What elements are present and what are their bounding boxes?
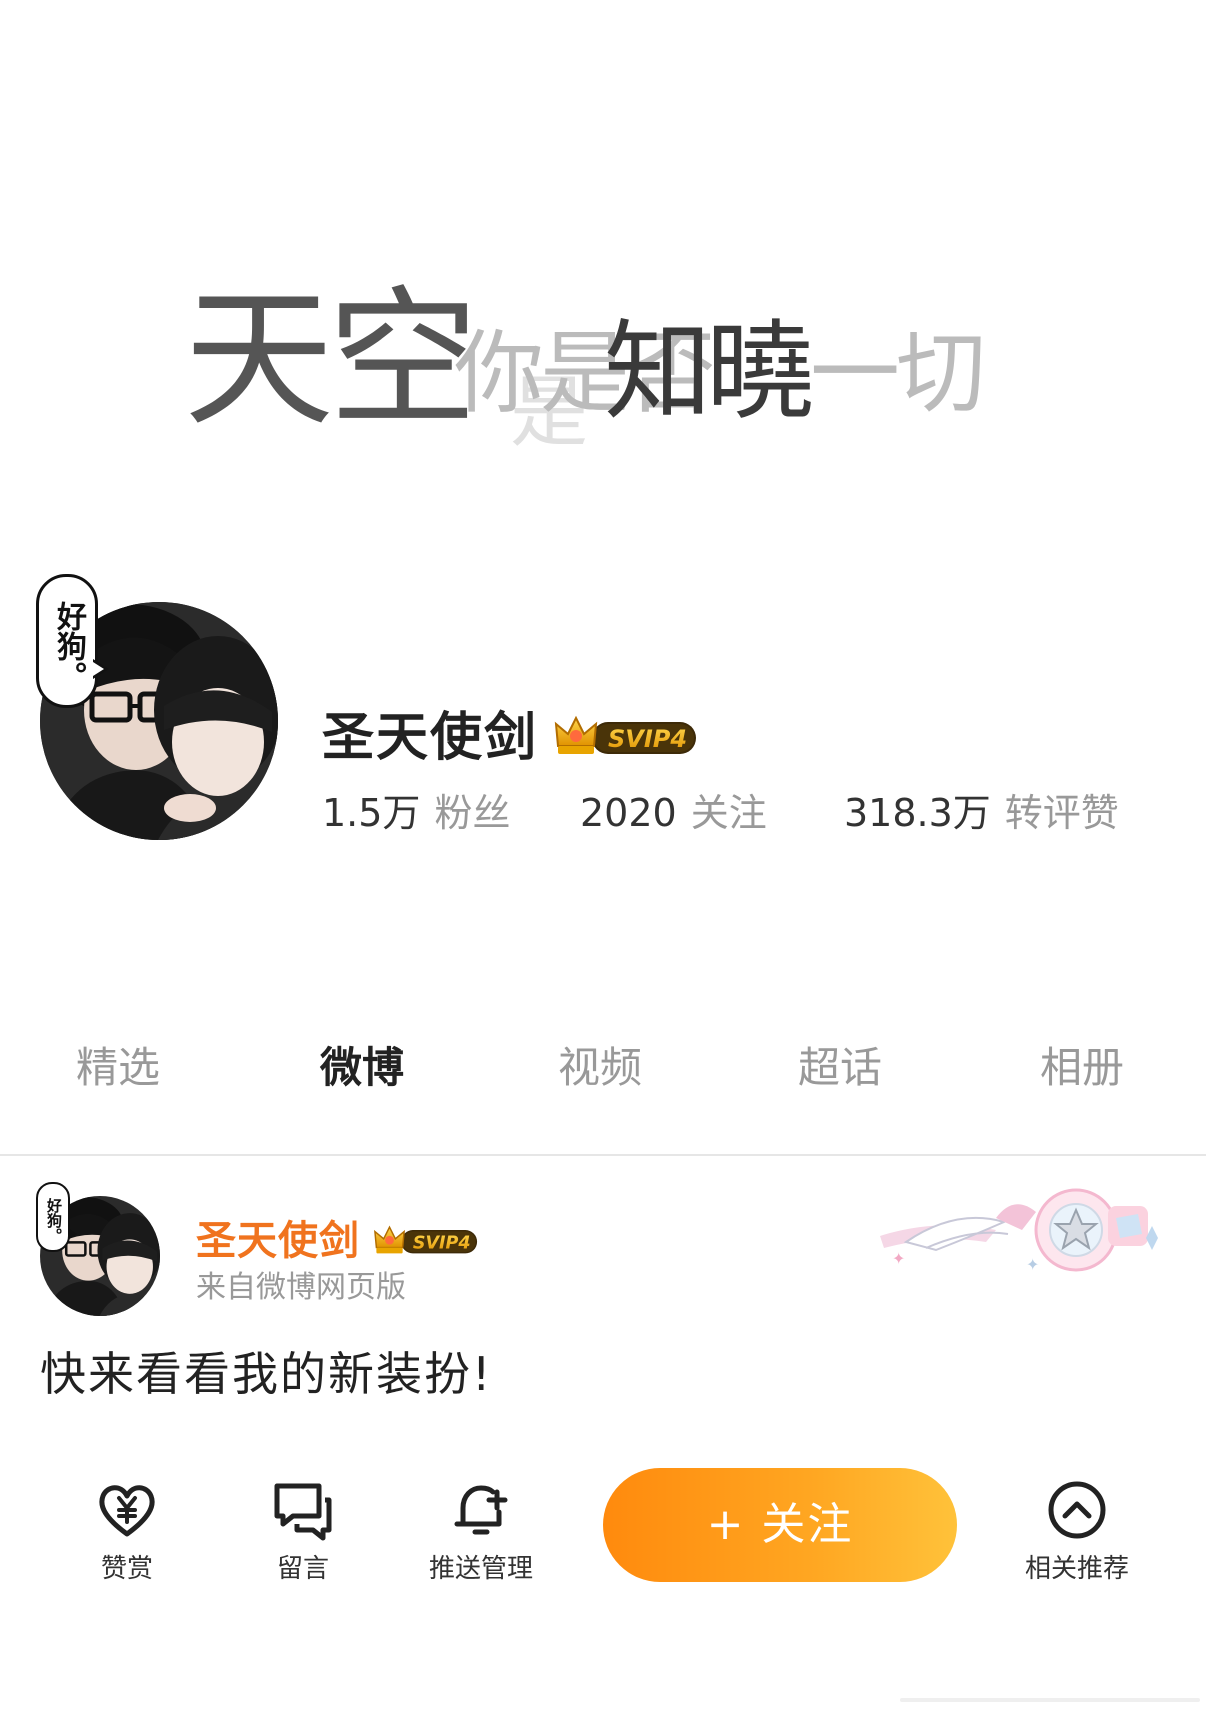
profile-banner[interactable]: 是 天空 你是否 知曉 一切: [0, 0, 1206, 560]
banner-title-art: 是 天空 你是否 知曉 一切: [184, 280, 990, 480]
profile-name: 圣天使剑: [322, 708, 539, 768]
speech-bubble-text: 好狗。: [51, 601, 86, 691]
stat-following-label: 关注: [690, 791, 767, 835]
tab-divider: [0, 1154, 1206, 1156]
tab-weibo[interactable]: 微博: [320, 1040, 404, 1096]
recommend-button[interactable]: 相关推荐: [1002, 1478, 1152, 1586]
post-source: 来自微博网页版: [196, 1270, 406, 1305]
tab-super-topics[interactable]: 超话: [798, 1040, 882, 1096]
post-text: 快来看看我的新装扮!: [40, 1347, 493, 1401]
chat-bubbles-icon: [274, 1483, 332, 1541]
stat-fans-value: 1.5万: [322, 791, 421, 835]
push-settings-button[interactable]: 推送管理: [406, 1478, 556, 1586]
message-label: 留言: [276, 1554, 329, 1584]
stat-following[interactable]: 2020 关注: [580, 790, 767, 836]
post-author-name[interactable]: 圣天使剑: [196, 1216, 360, 1266]
stat-fans-label: 粉丝: [434, 791, 511, 835]
tab-albums[interactable]: 相册: [1040, 1040, 1124, 1096]
tab-videos[interactable]: 视频: [558, 1040, 642, 1096]
reward-button[interactable]: 赞赏: [52, 1478, 202, 1586]
stat-interactions-label: 转评赞: [1004, 791, 1119, 835]
tab-featured[interactable]: 精选: [76, 1040, 160, 1096]
chevron-up-circle-icon: [1048, 1481, 1106, 1539]
speech-bubble: 好狗。: [36, 574, 109, 708]
post-speech-bubble-text: 好狗。: [45, 1197, 63, 1243]
card-decoration: ✦ ✦: [876, 1178, 1166, 1282]
recommend-label: 相关推荐: [1024, 1554, 1129, 1584]
scroll-indicator: [900, 1690, 1200, 1702]
post-speech-bubble: 好狗。: [36, 1182, 77, 1252]
stat-interactions[interactable]: 318.3万 转评赞: [844, 790, 1119, 836]
svg-text:✦: ✦: [892, 1249, 905, 1268]
bell-plus-icon: [454, 1485, 508, 1535]
stat-fans[interactable]: 1.5万 粉丝: [322, 790, 510, 836]
svg-text:✦: ✦: [1026, 1255, 1039, 1274]
banner-text-small-2: 一切: [810, 321, 986, 426]
svip-badge[interactable]: SVIP4: [552, 712, 700, 762]
post-svip-badge[interactable]: SVIP4: [372, 1222, 480, 1260]
banner-text-big: 天空: [184, 273, 478, 447]
banner-text-mid: 知曉: [604, 310, 814, 435]
reward-label: 赞赏: [100, 1554, 153, 1584]
post-svip-badge-text: SVIP4: [413, 1233, 471, 1253]
push-settings-label: 推送管理: [428, 1554, 533, 1584]
stat-following-value: 2020: [580, 791, 677, 835]
svip-badge-text: SVIP4: [608, 725, 687, 753]
stat-interactions-value: 318.3万: [844, 791, 991, 835]
follow-button[interactable]: + 关注: [603, 1468, 957, 1582]
heart-yen-icon: [99, 1485, 155, 1537]
message-button[interactable]: 留言: [228, 1478, 378, 1586]
